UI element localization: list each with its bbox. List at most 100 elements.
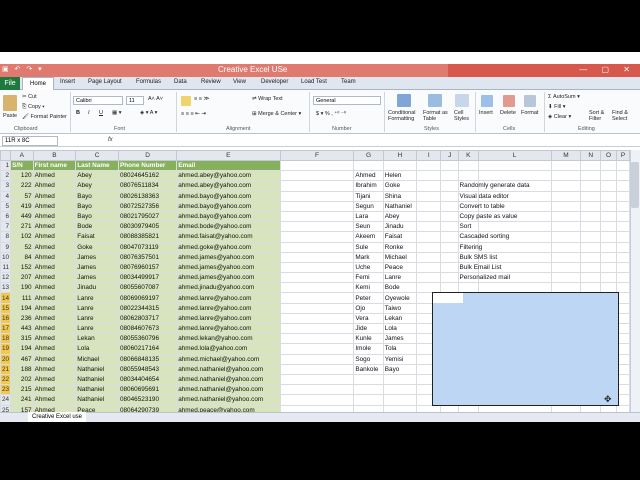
borders-icon[interactable]: ▦ ▾ bbox=[112, 110, 122, 116]
cell[interactable] bbox=[279, 261, 355, 274]
cell-phone[interactable]: 08066848135 bbox=[117, 353, 178, 365]
cell[interactable] bbox=[580, 180, 601, 192]
cell-email[interactable]: ahmed.bayo@yahoo.com bbox=[176, 210, 281, 223]
cell-first-name-list[interactable]: Tijani bbox=[353, 190, 384, 202]
cell-first-name-list[interactable]: Ibrahim bbox=[353, 180, 384, 192]
cell[interactable] bbox=[440, 251, 460, 263]
row-header[interactable]: 18 bbox=[0, 333, 12, 345]
cell-styles-icon[interactable] bbox=[455, 94, 469, 107]
format-button[interactable]: Format bbox=[521, 110, 538, 116]
cell-first-name-list[interactable]: Kemi bbox=[353, 282, 384, 294]
cell-sn[interactable]: 190 bbox=[10, 282, 34, 294]
cell-last-name[interactable]: Nathaniel bbox=[75, 384, 119, 396]
column-header[interactable]: K bbox=[458, 150, 479, 161]
cell-last-name-list[interactable]: Lanre bbox=[382, 272, 418, 284]
cell-last-name[interactable]: Nathaniel bbox=[75, 394, 119, 406]
cell-feature-list[interactable]: Personalized mail bbox=[457, 272, 532, 284]
cell[interactable] bbox=[279, 292, 355, 304]
cell-email[interactable]: ahmed.lola@yahoo.com bbox=[176, 343, 281, 355]
cell-last-name-list[interactable]: Ronke bbox=[382, 241, 418, 253]
tab-review[interactable]: Review bbox=[201, 79, 221, 85]
cell-last-name-list[interactable]: Taiwo bbox=[382, 302, 418, 314]
row-header[interactable]: 17 bbox=[0, 322, 12, 335]
cell-sn[interactable]: 449 bbox=[10, 210, 34, 223]
cell-last-name[interactable]: Nathaniel bbox=[75, 373, 119, 386]
italic-button[interactable]: I bbox=[88, 110, 90, 116]
cell-last-name[interactable]: James bbox=[75, 261, 119, 274]
row-header[interactable]: 8 bbox=[0, 231, 12, 243]
header-cell-sn[interactable]: S/N bbox=[10, 159, 34, 172]
cell[interactable] bbox=[580, 190, 601, 202]
cell[interactable] bbox=[550, 170, 582, 182]
cell[interactable] bbox=[550, 190, 582, 202]
cell[interactable] bbox=[599, 180, 618, 192]
cell[interactable] bbox=[599, 251, 618, 263]
align-icons[interactable]: ≡ ≡ ≫ bbox=[194, 96, 209, 102]
cell[interactable] bbox=[440, 159, 460, 172]
font-size-select[interactable]: 11 bbox=[126, 96, 144, 105]
cell-first-name[interactable]: Ahmed bbox=[32, 353, 77, 365]
cell-last-name[interactable]: Abey bbox=[75, 180, 119, 192]
active-cell[interactable] bbox=[433, 293, 463, 303]
cell-first-name[interactable]: Ahmed bbox=[32, 170, 77, 182]
tab-formulas[interactable]: Formulas bbox=[136, 79, 161, 85]
cell-last-name[interactable]: Michael bbox=[75, 353, 119, 365]
cell-sn[interactable]: 222 bbox=[10, 180, 34, 192]
row-header[interactable]: 20 bbox=[0, 353, 12, 365]
cell-sn[interactable]: 315 bbox=[10, 333, 34, 345]
tab-data[interactable]: Data bbox=[174, 79, 187, 85]
format-as-table-icon[interactable] bbox=[428, 94, 442, 107]
cell[interactable] bbox=[458, 159, 479, 172]
cell[interactable] bbox=[279, 322, 355, 335]
cell-email[interactable]: ahmed.bayo@yahoo.com bbox=[176, 200, 281, 212]
cell-first-name[interactable]: Ahmed bbox=[32, 312, 77, 325]
cell[interactable] bbox=[353, 159, 384, 172]
cell-first-name[interactable]: Ahmed bbox=[32, 333, 77, 345]
column-header[interactable]: F bbox=[279, 150, 355, 161]
cell[interactable] bbox=[279, 159, 355, 172]
cell[interactable] bbox=[440, 200, 460, 212]
row-header[interactable]: 2 bbox=[0, 170, 12, 182]
cell[interactable] bbox=[580, 272, 601, 284]
cell-email[interactable]: ahmed.nathaniel@yahoo.com bbox=[176, 394, 281, 406]
cell[interactable] bbox=[279, 210, 355, 223]
tab-developer[interactable]: Developer bbox=[261, 79, 288, 85]
cell-last-name[interactable]: Goke bbox=[75, 241, 119, 253]
column-header[interactable]: N bbox=[580, 150, 601, 161]
cell[interactable] bbox=[550, 200, 582, 212]
cell-last-name[interactable]: Lanre bbox=[75, 322, 119, 335]
cut-button[interactable]: ✂ Cut bbox=[22, 94, 37, 100]
number-format-select[interactable]: General bbox=[313, 96, 381, 105]
header-cell-phone[interactable]: Phone Number bbox=[117, 159, 178, 172]
cell[interactable] bbox=[599, 210, 618, 223]
row-header[interactable]: 12 bbox=[0, 272, 12, 284]
cell[interactable] bbox=[416, 251, 442, 263]
cell-first-name[interactable]: Ahmed bbox=[32, 394, 77, 406]
cell[interactable] bbox=[279, 343, 355, 355]
row-header[interactable]: 1 bbox=[0, 159, 12, 172]
cell-first-name[interactable]: Ahmed bbox=[32, 292, 77, 304]
cell-first-name[interactable]: Ahmed bbox=[32, 322, 77, 335]
paste-button[interactable]: Paste bbox=[3, 113, 17, 119]
cell-last-name[interactable]: Bode bbox=[75, 221, 119, 233]
column-header[interactable]: M bbox=[550, 150, 582, 161]
cell[interactable] bbox=[599, 200, 618, 212]
cell-last-name[interactable]: Lola bbox=[75, 343, 119, 355]
cell-phone[interactable]: 08076511834 bbox=[117, 180, 178, 192]
cell[interactable] bbox=[550, 210, 582, 223]
cell-first-name-list[interactable]: Vera bbox=[353, 312, 384, 325]
sort-filter-button[interactable]: Sort & Filter bbox=[589, 110, 611, 122]
column-header[interactable]: G bbox=[353, 150, 384, 161]
cell[interactable] bbox=[416, 241, 442, 253]
insert-button[interactable]: Insert bbox=[479, 110, 493, 116]
cell-first-name-list[interactable]: Sogo bbox=[353, 353, 384, 365]
insert-cells-icon[interactable] bbox=[481, 95, 493, 107]
cell-styles-button[interactable]: Cell Styles bbox=[454, 110, 474, 122]
row-header[interactable]: 24 bbox=[0, 394, 12, 406]
quick-access-toolbar[interactable]: ▣ ↶ ↷ ▾ bbox=[2, 65, 44, 73]
cell-first-name-list[interactable] bbox=[353, 384, 384, 396]
cell[interactable] bbox=[416, 190, 442, 202]
cell-last-name[interactable]: Bayo bbox=[75, 200, 119, 212]
cell-last-name-list[interactable]: Michael bbox=[382, 251, 418, 263]
cell-first-name-list[interactable]: Kunle bbox=[353, 333, 384, 345]
